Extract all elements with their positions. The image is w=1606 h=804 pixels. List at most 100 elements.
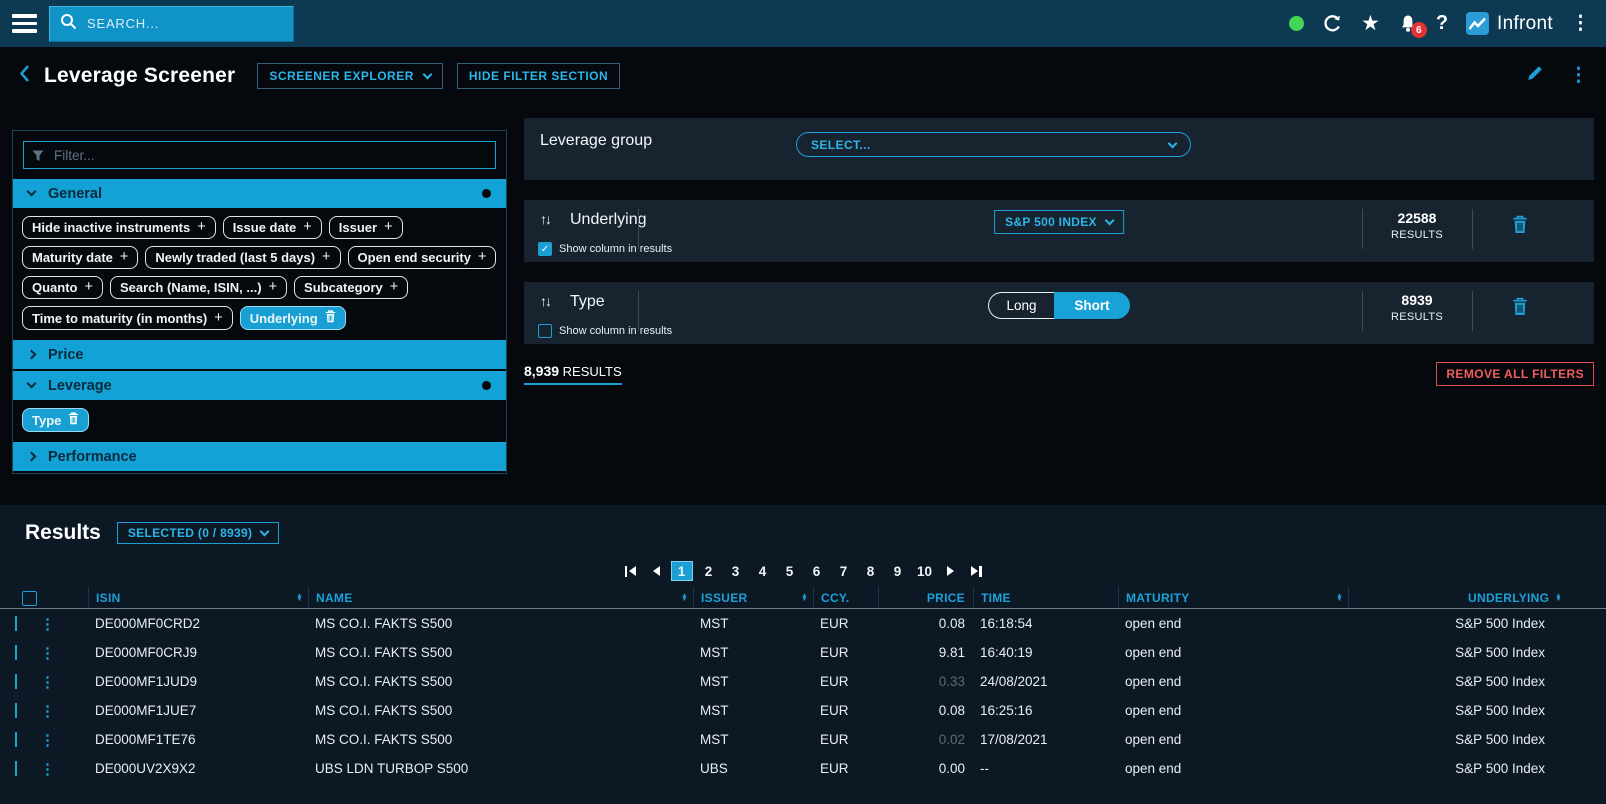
- filter-chip-underlying-active[interactable]: Underlying: [240, 306, 346, 330]
- filter-chip[interactable]: Issue date+: [223, 216, 322, 239]
- table-row[interactable]: ⋮ DE000MF1JUD9 MS CO.I. FAKTS S500 MST E…: [0, 667, 1606, 696]
- filter-chip[interactable]: Time to maturity (in months)+: [22, 306, 233, 330]
- infront-logo[interactable]: Infront: [1466, 12, 1553, 35]
- remove-filter-trash-icon[interactable]: [1512, 297, 1528, 321]
- sort-icon[interactable]: ▲▼: [296, 594, 303, 603]
- column-header-underlying[interactable]: UNDERLYING▲▼: [1348, 588, 1606, 608]
- total-results-link[interactable]: 8,939 RESULTS: [524, 363, 622, 385]
- filter-chip[interactable]: Subcategory+: [294, 276, 408, 299]
- row-checkbox[interactable]: [15, 645, 17, 660]
- filter-chip[interactable]: Quanto+: [22, 276, 103, 299]
- table-row[interactable]: ⋮ DE000MF1JUE7 MS CO.I. FAKTS S500 MST E…: [0, 696, 1606, 725]
- page-button[interactable]: 9: [887, 561, 909, 581]
- table-row[interactable]: ⋮ DE000MF0CRD2 MS CO.I. FAKTS S500 MST E…: [0, 609, 1606, 638]
- next-page-icon[interactable]: [941, 566, 960, 576]
- column-header-maturity[interactable]: MATURITY▲▼: [1118, 588, 1348, 608]
- page-button[interactable]: 4: [752, 561, 774, 581]
- filter-chip[interactable]: Maturity date+: [22, 246, 138, 269]
- table-row[interactable]: ⋮ DE000MF1TE76 MS CO.I. FAKTS S500 MST E…: [0, 725, 1606, 754]
- topbar-kebab-menu-icon[interactable]: ⋮: [1571, 15, 1590, 33]
- row-kebab-menu-icon[interactable]: ⋮: [38, 702, 88, 720]
- cell-ccy: EUR: [813, 616, 878, 631]
- filter-chip[interactable]: Hide inactive instruments+: [22, 216, 216, 239]
- reorder-filter-icon[interactable]: ↑↓: [540, 211, 550, 227]
- row-checkbox[interactable]: [15, 674, 17, 689]
- column-header-ccy[interactable]: CCY.: [813, 588, 878, 608]
- row-checkbox[interactable]: [15, 616, 17, 631]
- remove-all-filters-button[interactable]: REMOVE ALL FILTERS: [1436, 362, 1594, 386]
- column-header-time[interactable]: TIME: [973, 588, 1118, 608]
- row-checkbox[interactable]: [15, 761, 17, 776]
- selected-dropdown[interactable]: SELECTED (0 / 8939): [117, 522, 279, 544]
- row-checkbox[interactable]: [15, 703, 17, 718]
- filter-search-input[interactable]: [23, 141, 496, 169]
- row-kebab-menu-icon[interactable]: ⋮: [38, 644, 88, 662]
- toggle-option-short-selected[interactable]: Short: [1054, 292, 1130, 319]
- hide-filter-section-button[interactable]: HIDE FILTER SECTION: [457, 63, 620, 89]
- search-input[interactable]: [85, 15, 283, 32]
- divider: [1362, 209, 1363, 249]
- accordion-section-price[interactable]: Price: [13, 340, 506, 369]
- page-button[interactable]: 6: [806, 561, 828, 581]
- cell-issuer: MST: [693, 674, 813, 689]
- toggle-option-long[interactable]: Long: [988, 292, 1054, 319]
- reorder-filter-icon[interactable]: ↑↓: [540, 293, 550, 309]
- help-icon[interactable]: ?: [1436, 12, 1448, 35]
- sort-icon[interactable]: ▲▼: [1555, 594, 1562, 603]
- checkbox-checked-icon[interactable]: ✓: [538, 242, 552, 256]
- back-button[interactable]: [18, 64, 30, 88]
- filter-chip[interactable]: Search (Name, ISIN, ...)+: [110, 276, 287, 299]
- page-button[interactable]: 2: [698, 561, 720, 581]
- global-search-box[interactable]: [49, 6, 294, 42]
- edit-pencil-icon[interactable]: [1525, 63, 1545, 88]
- refresh-icon[interactable]: [1322, 13, 1343, 34]
- cell-underlying: S&P 500 Index: [1348, 761, 1606, 776]
- sort-icon[interactable]: ▲▼: [1336, 594, 1343, 603]
- page-button[interactable]: 5: [779, 561, 801, 581]
- column-header-issuer[interactable]: ISSUER▲▼: [693, 588, 813, 608]
- filter-chip-type-active[interactable]: Type: [22, 408, 89, 432]
- checkbox-unchecked-icon[interactable]: [538, 324, 552, 338]
- show-column-checkbox-type[interactable]: Show column in results: [538, 324, 672, 338]
- accordion-section-general[interactable]: General: [13, 179, 506, 208]
- leverage-group-select[interactable]: SELECT...: [796, 132, 1191, 157]
- search-icon: [60, 13, 77, 35]
- sort-icon[interactable]: ▲▼: [801, 594, 808, 603]
- hamburger-menu-icon[interactable]: [12, 14, 37, 33]
- first-page-icon[interactable]: [619, 566, 642, 577]
- trash-icon[interactable]: [68, 412, 79, 428]
- previous-page-icon[interactable]: [647, 566, 666, 576]
- notifications-bell-icon[interactable]: 6: [1398, 14, 1418, 33]
- page-button[interactable]: 7: [833, 561, 855, 581]
- favorites-star-icon[interactable]: ★: [1361, 14, 1380, 34]
- header-kebab-menu-icon[interactable]: ⋮: [1569, 64, 1588, 87]
- table-row[interactable]: ⋮ DE000MF0CRJ9 MS CO.I. FAKTS S500 MST E…: [0, 638, 1606, 667]
- remove-filter-trash-icon[interactable]: [1512, 215, 1528, 239]
- accordion-section-leverage[interactable]: Leverage: [13, 371, 506, 400]
- row-kebab-menu-icon[interactable]: ⋮: [38, 673, 88, 691]
- row-kebab-menu-icon[interactable]: ⋮: [38, 615, 88, 633]
- table-row[interactable]: ⋮ DE000UV2X9X2 UBS LDN TURBOP S500 UBS E…: [0, 754, 1606, 783]
- trash-icon[interactable]: [325, 310, 336, 326]
- page-button[interactable]: 8: [860, 561, 882, 581]
- page-button[interactable]: 1: [671, 561, 693, 581]
- page-button[interactable]: 10: [914, 561, 936, 581]
- filter-chip[interactable]: Issuer+: [329, 216, 403, 239]
- chevron-down-icon: [1104, 216, 1114, 226]
- page-button[interactable]: 3: [725, 561, 747, 581]
- row-checkbox[interactable]: [15, 732, 17, 747]
- sort-icon[interactable]: ▲▼: [681, 594, 688, 603]
- filter-chip[interactable]: Open end security+: [348, 246, 497, 269]
- select-all-checkbox[interactable]: [22, 591, 37, 606]
- accordion-section-performance[interactable]: Performance: [13, 442, 506, 471]
- row-kebab-menu-icon[interactable]: ⋮: [38, 731, 88, 749]
- filter-chip[interactable]: Newly traded (last 5 days)+: [145, 246, 340, 269]
- column-header-isin[interactable]: ISIN▲▼: [88, 588, 308, 608]
- column-header-name[interactable]: NAME▲▼: [308, 588, 693, 608]
- screener-explorer-dropdown[interactable]: SCREENER EXPLORER: [257, 63, 443, 89]
- column-header-price[interactable]: PRICE: [878, 588, 973, 608]
- row-kebab-menu-icon[interactable]: ⋮: [38, 760, 88, 778]
- show-column-checkbox-underlying[interactable]: ✓ Show column in results: [538, 242, 672, 256]
- last-page-icon[interactable]: [965, 566, 988, 577]
- underlying-value-dropdown[interactable]: S&P 500 INDEX: [994, 210, 1124, 234]
